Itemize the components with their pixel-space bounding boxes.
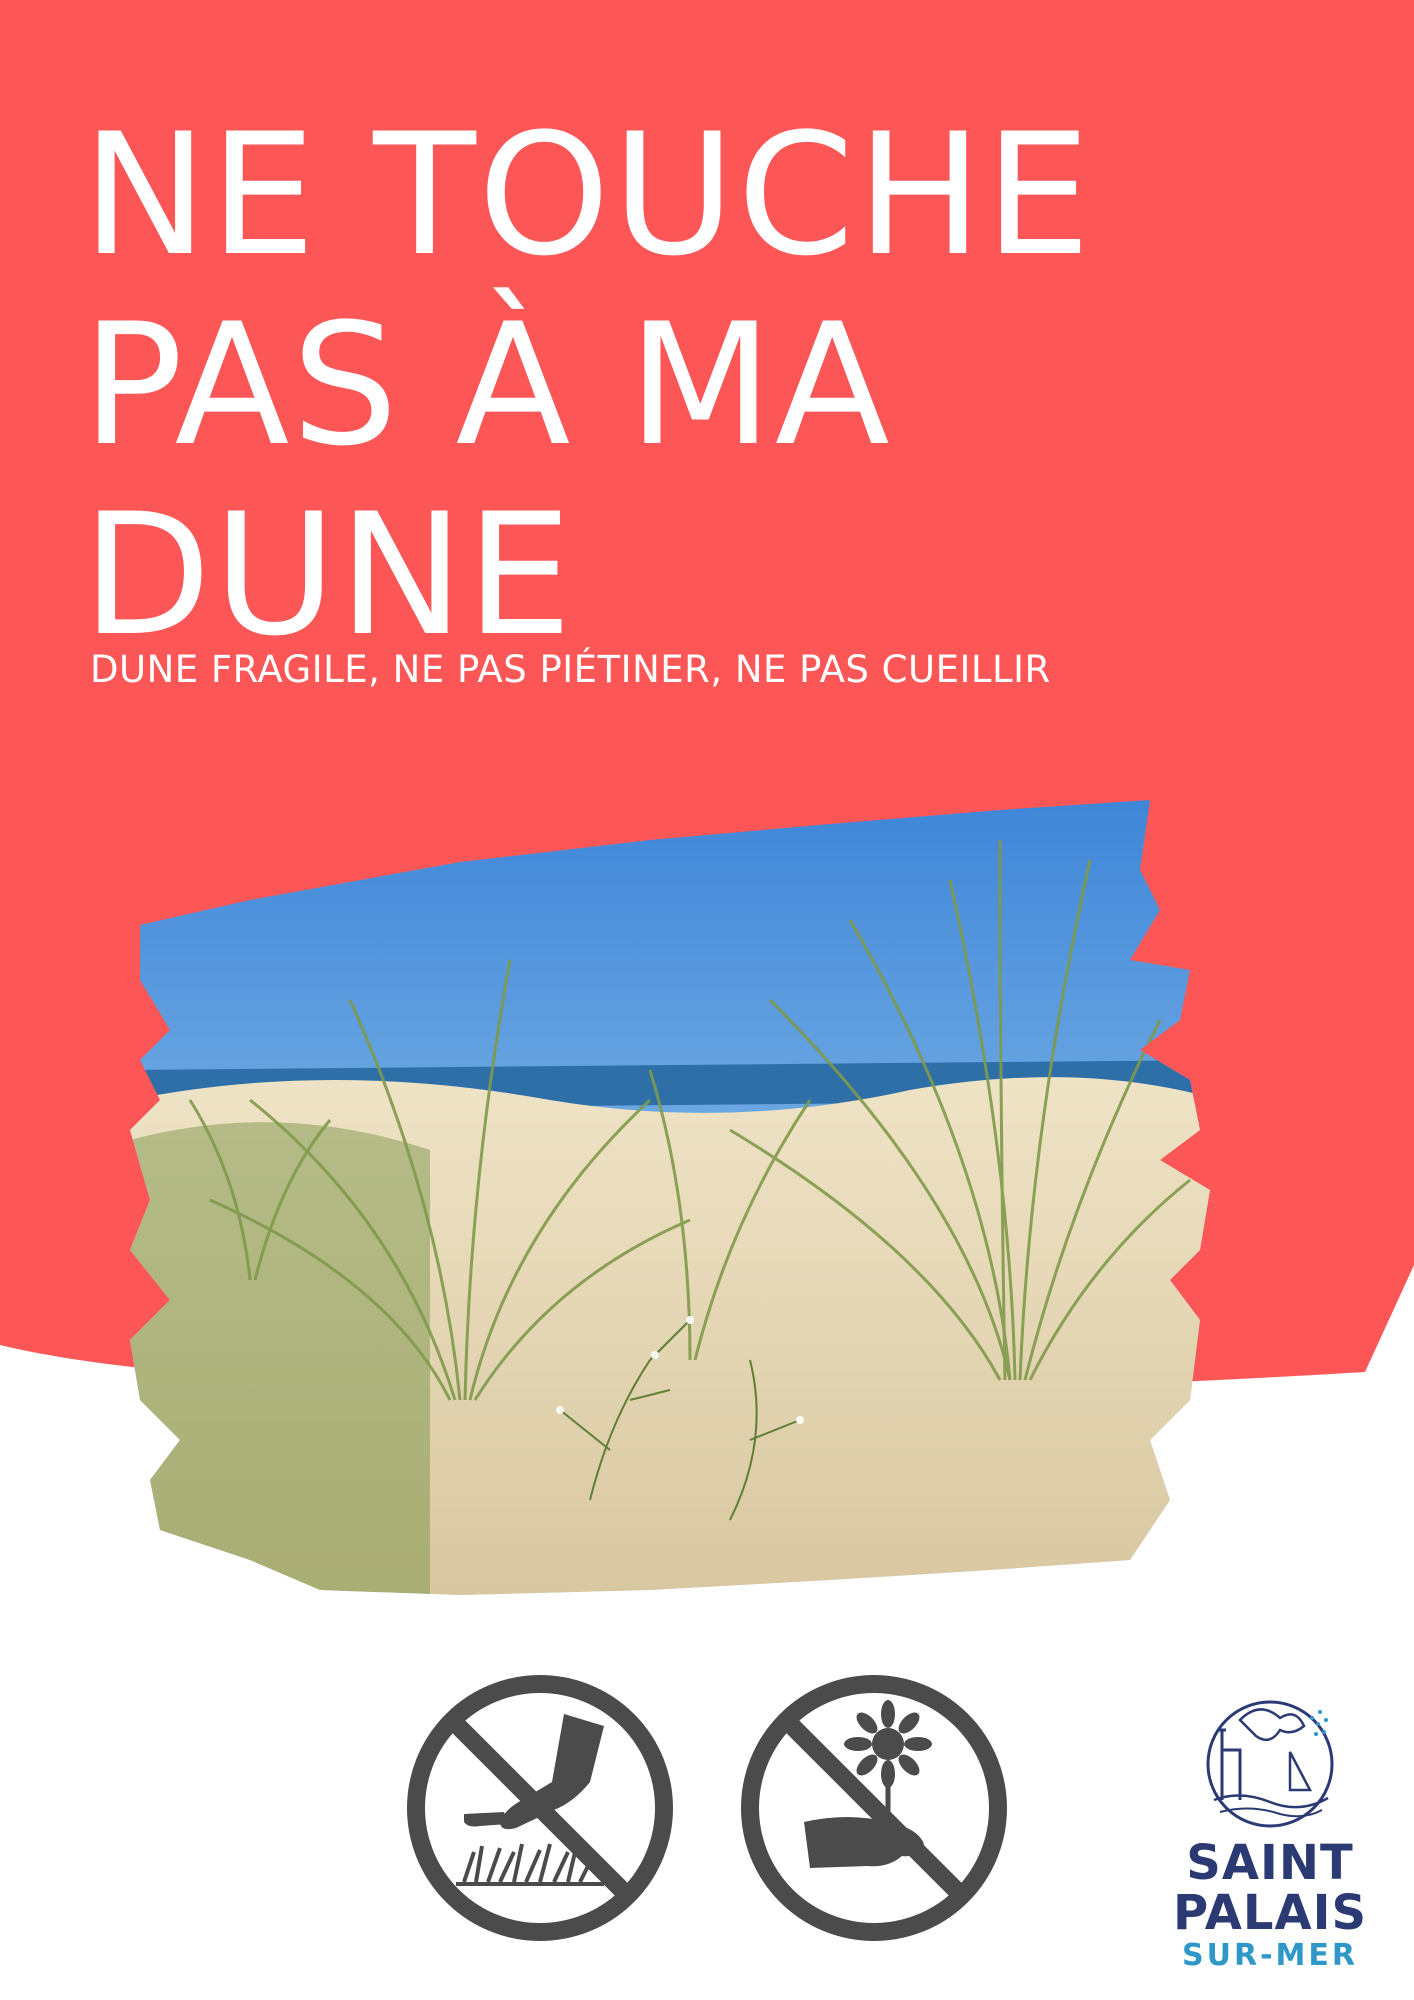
logo-text: SAINT PALAIS SUR-MER xyxy=(1160,1838,1380,1974)
poster: NE TOUCHE PAS À MA DUNE DUNE FRAGILE, NE… xyxy=(0,0,1414,2000)
no-trampling-icon xyxy=(407,1675,673,1941)
saint-palais-logo: SAINT PALAIS SUR-MER xyxy=(1160,1690,1380,1980)
headline-line-2: PAS À MA xyxy=(82,287,892,483)
dune-photo xyxy=(130,800,1210,1595)
headline-line-3: DUNE xyxy=(82,477,575,673)
logo-emblem-icon xyxy=(1206,1700,1334,1828)
logo-line-palais: PALAIS xyxy=(1172,1885,1368,1941)
logo-line-saint: SAINT xyxy=(1186,1835,1354,1891)
no-picking-flowers-icon xyxy=(741,1675,1007,1941)
headline: NE TOUCHE PAS À MA DUNE xyxy=(82,100,1282,670)
logo-line-sur-mer: SUR-MER xyxy=(1182,1938,1358,1973)
subtitle: DUNE FRAGILE, NE PAS PIÉTINER, NE PAS CU… xyxy=(90,648,1051,691)
headline-line-1: NE TOUCHE xyxy=(82,97,1093,293)
